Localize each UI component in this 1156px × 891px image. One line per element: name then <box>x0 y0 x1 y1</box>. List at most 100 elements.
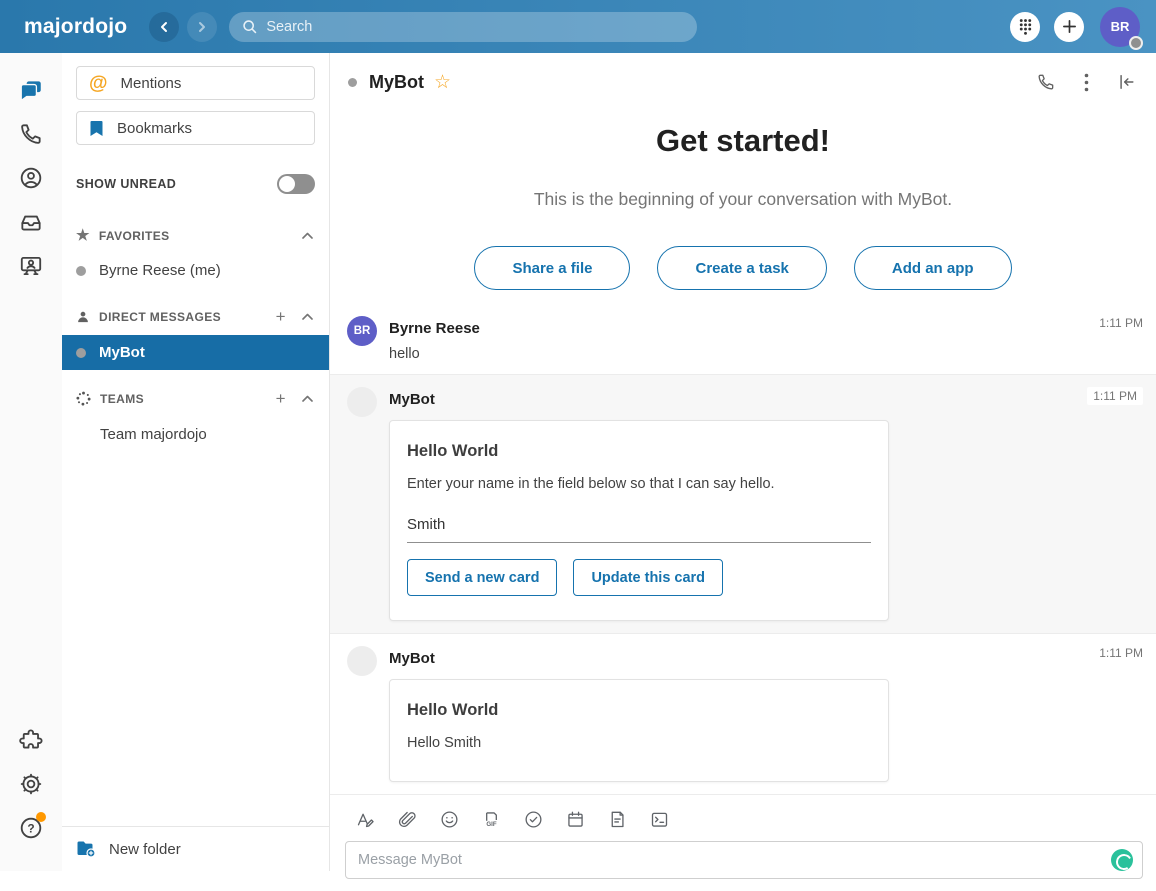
show-unread-label: SHOW UNREAD <box>76 177 176 191</box>
avatar[interactable] <box>347 387 377 417</box>
help-icon[interactable]: ? <box>18 815 44 841</box>
direct-messages-label: DIRECT MESSAGES <box>99 310 221 324</box>
bookmarks-button[interactable]: Bookmarks <box>76 111 315 145</box>
dialpad-button[interactable] <box>1010 12 1040 42</box>
message-author: MyBot <box>389 646 1142 667</box>
card-title: Hello World <box>407 701 871 720</box>
presence-badge <box>1129 36 1143 50</box>
sidebar-item-label: MyBot <box>99 344 145 361</box>
bookmarks-label: Bookmarks <box>117 120 192 137</box>
new-folder-button[interactable]: New folder <box>62 826 329 871</box>
help-notification-dot <box>36 812 46 822</box>
sidebar-item-team-majordojo[interactable]: Team majordojo <box>62 417 329 452</box>
loading-spinner-icon <box>1111 849 1133 871</box>
note-icon[interactable] <box>607 809 628 830</box>
favorites-star-icon: ★ <box>76 228 90 243</box>
share-a-file-button[interactable]: Share a file <box>474 246 630 290</box>
message-input[interactable] <box>358 852 1111 868</box>
back-button[interactable] <box>149 12 179 42</box>
avatar[interactable]: BR <box>347 316 377 346</box>
fax-icon[interactable] <box>18 209 44 235</box>
message-input-box <box>345 841 1143 879</box>
new-folder-label: New folder <box>109 841 181 858</box>
chat-title: MyBot <box>369 72 424 93</box>
attach-file-icon[interactable] <box>397 809 418 830</box>
avatar-initials: BR <box>1111 19 1130 34</box>
user-avatar[interactable]: BR <box>1100 7 1140 47</box>
code-snippet-icon[interactable] <box>649 809 670 830</box>
message-timestamp: 1:11 PM <box>1099 646 1143 660</box>
sidebar-item-byrne-reese[interactable]: Byrne Reese (me) <box>62 253 329 288</box>
call-icon[interactable] <box>1036 72 1056 92</box>
contacts-icon[interactable] <box>18 165 44 191</box>
bookmark-icon <box>89 120 104 137</box>
message-author: Byrne Reese <box>389 316 1142 337</box>
welcome-heading: Get started! <box>330 123 1156 159</box>
welcome-subheading: This is the beginning of your conversati… <box>330 189 1156 210</box>
sidebar-item-mybot[interactable]: MyBot <box>62 335 329 370</box>
messages-icon[interactable] <box>18 77 44 103</box>
collapse-panel-icon[interactable] <box>1117 73 1136 91</box>
add-an-app-button[interactable]: Add an app <box>854 246 1012 290</box>
app-logo: majordojo <box>24 15 127 39</box>
direct-messages-collapse-icon[interactable] <box>302 313 313 320</box>
chevron-right-icon <box>196 21 208 33</box>
add-team-button[interactable]: + <box>276 390 286 407</box>
favorites-label: FAVORITES <box>99 229 170 243</box>
mentions-label: Mentions <box>121 75 182 92</box>
gif-icon[interactable]: GIF <box>481 809 502 830</box>
message-row: BR Byrne Reese hello 1:11 PM <box>330 304 1156 374</box>
mentions-icon: @ <box>89 74 108 93</box>
teams-collapse-icon[interactable] <box>302 395 313 402</box>
message-row: MyBot Hello World Hello Smith 1:11 PM <box>330 634 1156 794</box>
favorites-section-header: ★ FAVORITES <box>62 218 329 253</box>
svg-text:?: ? <box>27 821 34 835</box>
emoji-icon[interactable] <box>439 809 460 830</box>
settings-icon[interactable] <box>18 771 44 797</box>
avatar[interactable] <box>347 646 377 676</box>
message-text: hello <box>389 346 1142 362</box>
new-actions-button[interactable] <box>1054 12 1084 42</box>
teams-label: TEAMS <box>100 392 144 406</box>
search-input[interactable] <box>266 19 685 35</box>
update-this-card-button[interactable]: Update this card <box>573 559 723 596</box>
teams-section-header: TEAMS + <box>62 380 329 417</box>
create-a-task-button[interactable]: Create a task <box>657 246 826 290</box>
chevron-left-icon <box>158 21 170 33</box>
person-icon <box>76 310 90 324</box>
plus-icon <box>1062 19 1077 34</box>
mentions-button[interactable]: @ Mentions <box>76 66 315 100</box>
bot-card: Hello World Enter your name in the field… <box>389 420 889 621</box>
forward-button[interactable] <box>187 12 217 42</box>
new-event-icon[interactable] <box>565 809 586 830</box>
search-icon <box>241 18 258 35</box>
topbar: majordojo BR <box>0 0 1156 53</box>
sidebar-item-label: Byrne Reese (me) <box>99 262 221 279</box>
direct-messages-section-header: DIRECT MESSAGES + <box>62 298 329 335</box>
show-unread-toggle[interactable] <box>277 174 315 194</box>
message-timestamp: 1:11 PM <box>1087 387 1143 405</box>
add-direct-message-button[interactable]: + <box>276 308 286 325</box>
card-body: Hello Smith <box>407 735 871 751</box>
more-options-icon[interactable] <box>1084 73 1089 92</box>
presence-dot <box>76 266 86 276</box>
conversation-sidebar: @ Mentions Bookmarks SHOW UNREAD ★ FAVOR… <box>62 53 330 871</box>
favorite-star-icon[interactable]: ☆ <box>434 73 451 92</box>
favorites-collapse-icon[interactable] <box>302 232 313 239</box>
dialpad-icon <box>1017 17 1034 36</box>
format-text-icon[interactable] <box>355 809 376 830</box>
team-icon <box>76 391 91 406</box>
send-new-card-button[interactable]: Send a new card <box>407 559 557 596</box>
avatar-initials: BR <box>354 325 371 337</box>
card-name-input[interactable] <box>407 516 871 543</box>
new-task-icon[interactable] <box>523 809 544 830</box>
phone-icon[interactable] <box>18 121 44 147</box>
meetings-icon[interactable] <box>18 253 44 279</box>
presence-dot <box>348 78 357 87</box>
apps-icon[interactable] <box>18 727 44 753</box>
message-row: MyBot Hello World Enter your name in the… <box>330 374 1156 634</box>
message-composer: GIF <box>330 794 1156 891</box>
left-rail: ? <box>0 53 62 871</box>
card-title: Hello World <box>407 442 871 461</box>
card-body: Enter your name in the field below so th… <box>407 476 871 492</box>
